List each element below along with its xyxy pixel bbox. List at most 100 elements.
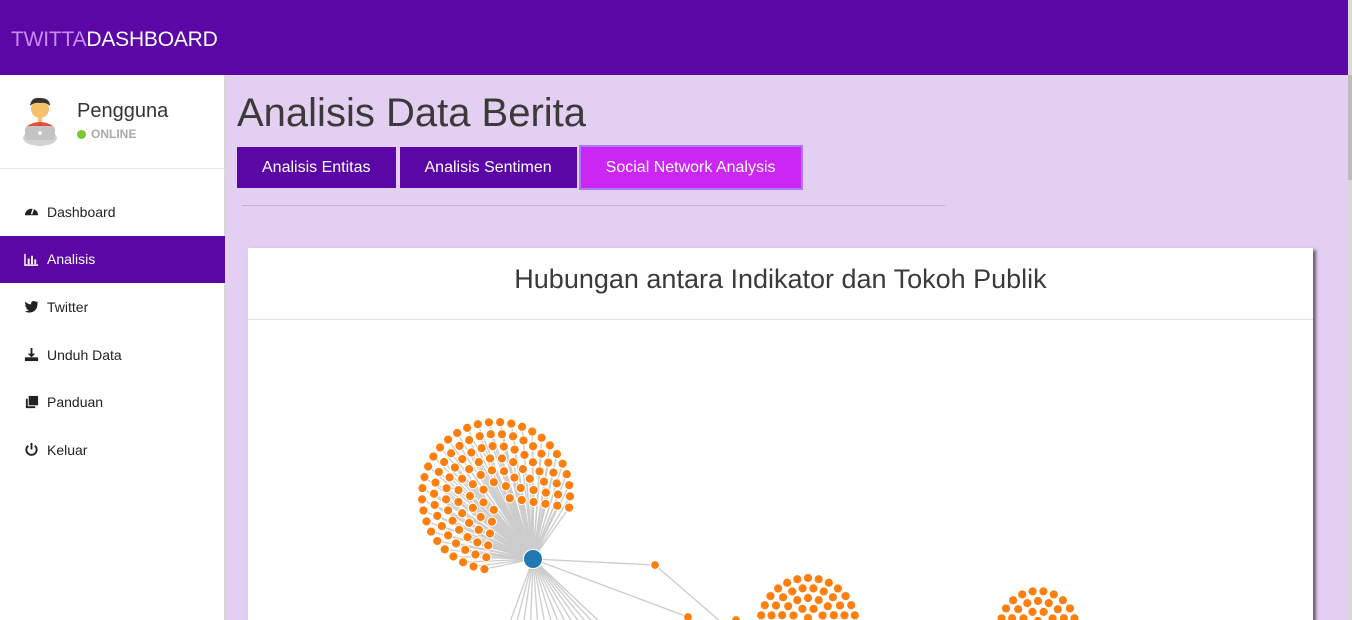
- leaf-node[interactable]: [822, 601, 833, 612]
- leaf-node[interactable]: [464, 434, 475, 446]
- leaf-node[interactable]: [464, 464, 475, 475]
- leaf-node[interactable]: [466, 447, 477, 458]
- leaf-node[interactable]: [787, 586, 798, 597]
- leaf-node[interactable]: [1038, 606, 1049, 617]
- leaf-node[interactable]: [473, 524, 484, 535]
- leaf-node[interactable]: [1057, 595, 1068, 606]
- leaf-node[interactable]: [1047, 613, 1058, 620]
- leaf-node[interactable]: [467, 502, 478, 513]
- leaf-node[interactable]: [447, 515, 458, 526]
- leaf-node[interactable]: [1052, 604, 1063, 615]
- leaf-node[interactable]: [500, 481, 511, 492]
- leaf-node[interactable]: [449, 462, 460, 473]
- leaf-node[interactable]: [544, 440, 555, 451]
- leaf-node[interactable]: [475, 511, 486, 523]
- leaf-node[interactable]: [479, 563, 490, 575]
- leaf-node[interactable]: [802, 592, 814, 604]
- brand-logo[interactable]: TWITTADASHBOARD: [11, 28, 218, 52]
- page-scrollbar[interactable]: [1348, 0, 1352, 620]
- leaf-node[interactable]: [564, 480, 575, 491]
- leaf-node[interactable]: [797, 583, 808, 594]
- leaf-node[interactable]: [808, 603, 819, 614]
- leaf-node[interactable]: [1013, 604, 1024, 615]
- leaf-node[interactable]: [527, 426, 538, 437]
- leaf-node[interactable]: [783, 601, 794, 612]
- leaf-node[interactable]: [551, 448, 563, 460]
- network-graph[interactable]: [248, 321, 1313, 620]
- leaf-node[interactable]: [828, 610, 839, 620]
- leaf-node[interactable]: [515, 482, 526, 494]
- leaf-node[interactable]: [476, 443, 487, 454]
- leaf-node[interactable]: [428, 488, 440, 499]
- leaf-node[interactable]: [782, 577, 793, 588]
- leaf-node[interactable]: [439, 544, 450, 555]
- leaf-node[interactable]: [1008, 595, 1019, 606]
- leaf-node[interactable]: [1017, 589, 1028, 600]
- leaf-node[interactable]: [996, 613, 1007, 620]
- leaf-node[interactable]: [770, 600, 782, 611]
- leaf-node[interactable]: [484, 528, 496, 539]
- leaf-node[interactable]: [506, 418, 517, 429]
- leaf-node[interactable]: [496, 429, 508, 440]
- leaf-node[interactable]: [808, 583, 819, 594]
- leaf-node[interactable]: [756, 610, 767, 620]
- leaf-node[interactable]: [464, 490, 476, 502]
- leaf-node[interactable]: [419, 471, 430, 483]
- leaf-node[interactable]: [509, 472, 520, 483]
- leaf-node[interactable]: [454, 440, 465, 451]
- leaf-node[interactable]: [552, 489, 564, 500]
- leaf-node[interactable]: [788, 610, 799, 620]
- leaf-node[interactable]: [472, 537, 483, 548]
- leaf-node[interactable]: [536, 448, 547, 459]
- leaf-node[interactable]: [432, 510, 443, 521]
- leaf-node[interactable]: [551, 478, 562, 489]
- leaf-node[interactable]: [813, 574, 824, 585]
- leaf-node[interactable]: [444, 472, 455, 483]
- leaf-node[interactable]: [467, 479, 478, 490]
- tab-analisis-sentimen[interactable]: Analisis Sentimen: [399, 147, 577, 188]
- leaf-node[interactable]: [1038, 586, 1049, 597]
- leaf-node[interactable]: [1000, 603, 1012, 614]
- sidebar-item-twitter[interactable]: Twitter: [0, 283, 225, 331]
- leaf-node[interactable]: [421, 516, 432, 527]
- leaf-node[interactable]: [802, 572, 814, 584]
- leaf-node[interactable]: [543, 457, 554, 468]
- leaf-node[interactable]: [683, 612, 693, 620]
- leaf-node[interactable]: [483, 540, 494, 551]
- leaf-node[interactable]: [516, 421, 528, 432]
- leaf-node[interactable]: [1069, 613, 1080, 620]
- leaf-node[interactable]: [483, 417, 494, 428]
- leaf-node[interactable]: [518, 435, 529, 446]
- leaf-node[interactable]: [1027, 586, 1038, 597]
- leaf-node[interactable]: [457, 473, 468, 484]
- leaf-node[interactable]: [1064, 603, 1076, 614]
- leaf-node[interactable]: [453, 524, 465, 535]
- leaf-node[interactable]: [446, 448, 457, 459]
- leaf-node[interactable]: [478, 484, 489, 495]
- leaf-node[interactable]: [507, 431, 519, 442]
- leaf-node[interactable]: [488, 504, 499, 515]
- leaf-node[interactable]: [504, 493, 515, 504]
- leaf-node[interactable]: [457, 557, 469, 568]
- leaf-node[interactable]: [429, 499, 440, 511]
- leaf-node[interactable]: [1018, 613, 1029, 620]
- sidebar-item-keluar[interactable]: Keluar: [0, 426, 225, 474]
- leaf-node[interactable]: [509, 444, 520, 455]
- leaf-node[interactable]: [470, 549, 481, 560]
- leaf-node[interactable]: [792, 574, 803, 585]
- leaf-node[interactable]: [552, 500, 563, 511]
- leaf-node[interactable]: [468, 561, 479, 572]
- leaf-node[interactable]: [457, 508, 468, 519]
- leaf-node[interactable]: [1032, 595, 1044, 607]
- leaf-node[interactable]: [563, 502, 575, 513]
- leaf-node[interactable]: [818, 586, 829, 597]
- leaf-node[interactable]: [484, 453, 496, 464]
- leaf-node[interactable]: [442, 434, 454, 445]
- leaf-node[interactable]: [564, 491, 576, 502]
- leaf-node[interactable]: [1058, 613, 1069, 620]
- leaf-node[interactable]: [823, 577, 834, 588]
- leaf-node[interactable]: [464, 517, 475, 528]
- leaf-node[interactable]: [777, 610, 788, 620]
- leaf-node[interactable]: [495, 417, 506, 428]
- tab-analisis-entitas[interactable]: Analisis Entitas: [237, 147, 396, 188]
